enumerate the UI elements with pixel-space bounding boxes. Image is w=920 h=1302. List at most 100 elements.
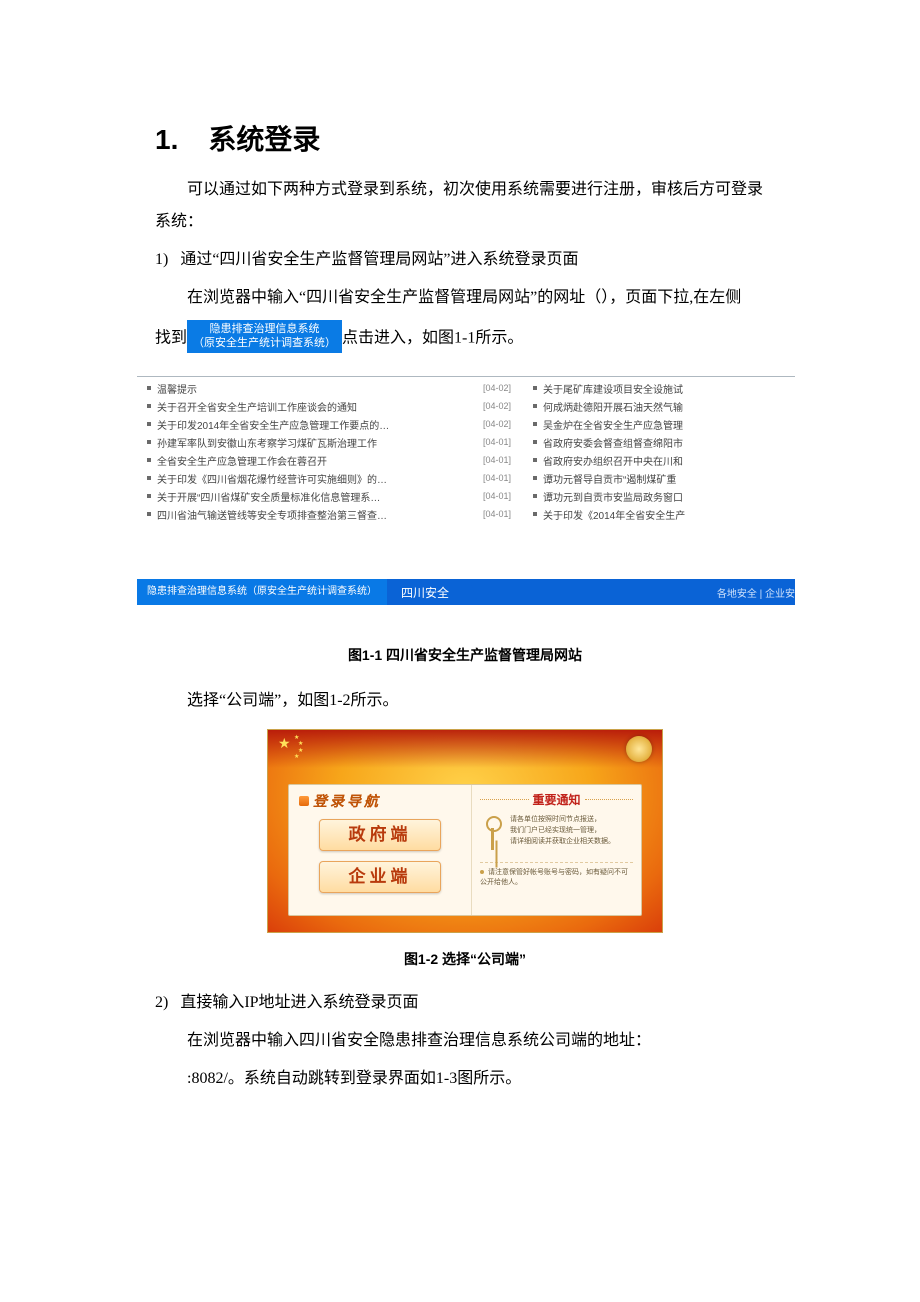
enterprise-portal-button[interactable]: 企业端 — [319, 861, 441, 893]
news-title: 四川省油气输送管线等安全专项排查整治第三督查… — [157, 507, 471, 522]
bullet-icon — [480, 870, 484, 874]
emblem-icon — [626, 736, 652, 762]
news-title: 关于尾矿库建设项目安全设施试 — [543, 381, 795, 396]
news-date: [04-01] — [471, 491, 517, 501]
badge-line1: 隐患排查治理信息系统 — [210, 323, 320, 335]
gov-portal-button[interactable]: 政府端 — [319, 819, 441, 851]
news-title: 关于印发2014年全省安全生产应急管理工作要点的… — [157, 417, 471, 432]
badge-line2: （原安全生产统计调查系统） — [193, 337, 336, 349]
bullet-icon — [533, 386, 537, 390]
news-title: 全省安全生产应急管理工作会在蓉召开 — [157, 453, 471, 468]
figure-2-notice-panel: 重要通知 请各单位按照时间节点报送， 我们门户已经实现统一管理， 请详细阅读并获… — [472, 785, 641, 915]
star-icon: ★ — [298, 740, 303, 747]
news-row: 省政府安委会督查组督查绵阳市 — [523, 433, 795, 451]
news-row: 关于印发《2014年全省安全生产 — [523, 505, 795, 523]
flag-icon: ★ ★ ★ ★ ★ — [274, 732, 312, 764]
step-1: 1) 通过“四川省安全生产监督管理局网站”进入系统登录页面 — [155, 244, 775, 276]
news-row: 吴金炉在全省安全生产应急管理 — [523, 415, 795, 433]
figure-2-login-nav: 登录导航 政府端 企业端 — [289, 785, 472, 915]
news-row: 省政府安办组织召开中央在川和 — [523, 451, 795, 469]
news-title: 关于开展“四川省煤矿安全质量标准化信息管理系… — [157, 489, 471, 504]
nav-bar-system-cell: 隐患排查治理信息系统 （原安全生产统计调查系统） — [137, 579, 387, 605]
news-row: 谭功元督导自贡市“遏制煤矿重 — [523, 469, 795, 487]
step-2-p1: 在浏览器中输入四川省安全隐患排查治理信息系统公司端的地址： — [155, 1025, 775, 1057]
header-icon — [299, 796, 309, 806]
news-title: 谭功元督导自贡市“遏制煤矿重 — [543, 471, 795, 486]
news-title: 何成炳赴德阳开展石油天然气输 — [543, 399, 795, 414]
bullet-icon — [533, 440, 537, 444]
news-title: 省政府安办组织召开中央在川和 — [543, 453, 795, 468]
key-icon — [480, 814, 504, 854]
step-1-title: 通过“四川省安全生产监督管理局网站”进入系统登录页面 — [180, 251, 578, 268]
news-row: 关于印发《四川省烟花爆竹经营许可实施细则》的…[04-01] — [137, 469, 517, 487]
news-date: [04-02] — [471, 401, 517, 411]
news-row: 谭功元到自贡市安监局政务窗口 — [523, 487, 795, 505]
figure-2-top-band — [268, 730, 662, 768]
bullet-icon — [147, 494, 151, 498]
news-date: [04-01] — [471, 509, 517, 519]
news-title: 温馨提示 — [157, 381, 471, 396]
news-date: [04-02] — [471, 419, 517, 429]
figure-1-right-column: 关于尾矿库建设项目安全设施试何成炳赴德阳开展石油天然气输吴金炉在全省安全生产应急… — [517, 379, 795, 523]
figure-2-login-portal: ★ ★ ★ ★ ★ 登录导航 政府端 企业端 重要通知 — [267, 729, 663, 933]
step-2-number: 2) — [155, 987, 168, 1019]
login-nav-header: 登录导航 — [299, 791, 461, 811]
news-row: 何成炳赴德阳开展石油天然气输 — [523, 397, 795, 415]
news-title: 省政府安委会督查组督查绵阳市 — [543, 435, 795, 450]
nav-bar-tab-sichuan: 四川安全 — [387, 579, 469, 605]
news-title: 关于印发《2014年全省安全生产 — [543, 507, 795, 522]
figure-1-news-panel: 温馨提示[04-02]关于召开全省安全生产培训工作座谈会的通知[04-02]关于… — [137, 376, 795, 523]
step-1-p2-a: 找到 — [155, 330, 187, 347]
bullet-icon — [533, 512, 537, 516]
news-row: 孙建军率队到安徽山东考察学习煤矿瓦斯治理工作[04-01] — [137, 433, 517, 451]
news-row: 四川省油气输送管线等安全专项排查整治第三督查…[04-01] — [137, 505, 517, 523]
step-2-title: 直接输入IP地址进入系统登录页面 — [180, 994, 418, 1011]
heading-number: 1. — [155, 124, 178, 155]
news-date: [04-01] — [471, 437, 517, 447]
notice-item-1-text: 请各单位按照时间节点报送， 我们门户已经实现统一管理， 请详细阅读并获取企业相关… — [510, 814, 615, 854]
caption-figure-2: 图1-2 选择“公司端” — [155, 949, 775, 969]
step-1-p2-b: 点击进入，如图1-1所示。 — [342, 330, 523, 347]
figure-1-left-column: 温馨提示[04-02]关于召开全省安全生产培训工作座谈会的通知[04-02]关于… — [137, 379, 517, 523]
bullet-icon — [533, 458, 537, 462]
step-1-p1: 在浏览器中输入“四川省安全生产监督管理局网站”的网址（），页面下拉,在左侧 — [155, 282, 775, 314]
star-icon: ★ — [278, 736, 291, 753]
bullet-icon — [147, 386, 151, 390]
nav-bar-right-links: 各地安全 | 企业安 — [717, 579, 795, 605]
news-row: 关于召开全省安全生产培训工作座谈会的通知[04-02] — [137, 397, 517, 415]
heading-title: 系统登录 — [208, 124, 320, 155]
notice-item-2-text: 请注意保管好帐号账号与密码，如有疑问不可公开给他人。 — [480, 868, 628, 886]
news-title: 关于印发《四川省烟花爆竹经营许可实施细则》的… — [157, 471, 471, 486]
news-row: 关于尾矿库建设项目安全设施试 — [523, 379, 795, 397]
intro-paragraph: 可以通过如下两种方式登录到系统，初次使用系统需要进行注册，审核后方可登录系统： — [155, 174, 775, 238]
figure-1-nav-bar: 隐患排查治理信息系统 （原安全生产统计调查系统） 四川安全 各地安全 | 企业安 — [137, 579, 795, 605]
news-title: 关于召开全省安全生产培训工作座谈会的通知 — [157, 399, 471, 414]
notice-item-1: 请各单位按照时间节点报送， 我们门户已经实现统一管理， 请详细阅读并获取企业相关… — [480, 814, 633, 854]
bullet-icon — [147, 512, 151, 516]
inline-badge-slot: 隐患排查治理信息系统 （原安全生产统计调查系统） — [187, 320, 342, 358]
star-icon: ★ — [294, 753, 299, 760]
bullet-icon — [147, 476, 151, 480]
step-1-number: 1) — [155, 244, 168, 276]
bullet-icon — [533, 422, 537, 426]
news-row: 关于印发2014年全省安全生产应急管理工作要点的…[04-02] — [137, 415, 517, 433]
bullet-icon — [147, 422, 151, 426]
figure-1-container: 温馨提示[04-02]关于召开全省安全生产培训工作座谈会的通知[04-02]关于… — [137, 376, 795, 605]
news-row: 温馨提示[04-02] — [137, 379, 517, 397]
notice-title: 重要通知 — [533, 791, 581, 808]
bullet-icon — [533, 476, 537, 480]
step-2: 2) 直接输入IP地址进入系统登录页面 — [155, 987, 775, 1019]
bullet-icon — [147, 458, 151, 462]
heading-1: 1. 系统登录 — [155, 118, 775, 158]
news-title: 孙建军率队到安徽山东考察学习煤矿瓦斯治理工作 — [157, 435, 471, 450]
bullet-icon — [147, 440, 151, 444]
figure-2-panel: 登录导航 政府端 企业端 重要通知 请各单位按照时间节点报送， 我们门户已经实现… — [288, 784, 642, 916]
nav-bar-spacer — [469, 579, 717, 605]
step-2-p2: :8082/。系统自动跳转到登录界面如1-3图所示。 — [155, 1063, 775, 1095]
step-1-p2: 找到隐患排查治理信息系统 （原安全生产统计调查系统）点击进入，如图1-1所示。 — [43, 320, 775, 358]
login-nav-title: 登录导航 — [313, 791, 381, 811]
caption-figure-1: 图1-1 四川省安全生产监督管理局网站 — [155, 645, 775, 665]
news-title: 谭功元到自贡市安监局政务窗口 — [543, 489, 795, 504]
notice-header: 重要通知 — [480, 791, 633, 808]
choose-client-paragraph: 选择“公司端”，如图1-2所示。 — [155, 685, 775, 717]
